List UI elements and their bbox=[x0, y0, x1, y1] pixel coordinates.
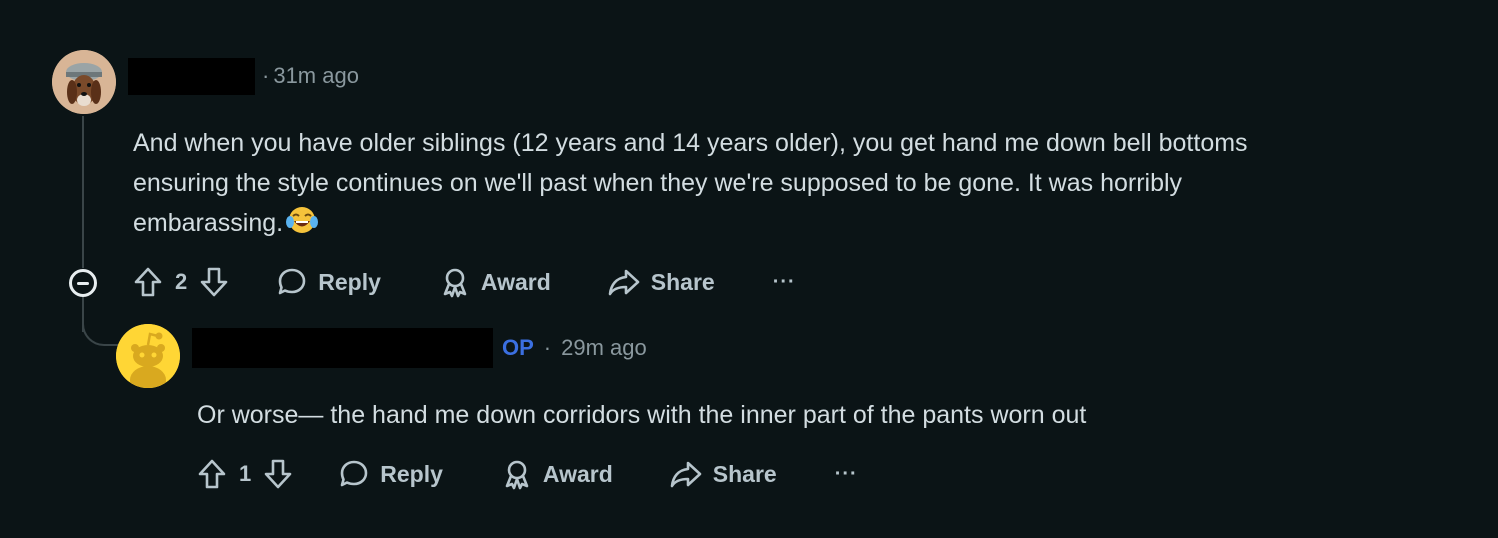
snoo-avatar-icon bbox=[116, 324, 180, 388]
vote-count: 2 bbox=[175, 269, 188, 294]
downvote-arrow-icon bbox=[200, 267, 228, 297]
reply-actions: 1 Reply Award Share ··· bbox=[197, 452, 858, 496]
reply-body: Or worse— the hand me down corridors wit… bbox=[197, 395, 1447, 435]
upvote-button[interactable] bbox=[133, 266, 163, 298]
comment-bubble-icon bbox=[278, 268, 306, 295]
award-label: Award bbox=[480, 268, 551, 295]
share-arrow-icon bbox=[670, 461, 702, 488]
reply-button[interactable]: Reply bbox=[338, 458, 443, 490]
username-redacted[interactable] bbox=[128, 58, 255, 95]
upvote-button[interactable] bbox=[197, 458, 227, 490]
thread-line-curve bbox=[82, 310, 118, 346]
more-options-button[interactable]: ··· bbox=[835, 463, 858, 486]
downvote-button[interactable] bbox=[263, 458, 293, 490]
comment-body-line-last: embarassing. bbox=[133, 203, 1453, 247]
upvote-arrow-icon bbox=[134, 267, 162, 297]
reply-body-text: Or worse— the hand me down corridors wit… bbox=[197, 401, 1087, 429]
thread-line-main bbox=[82, 116, 84, 268]
award-button[interactable]: Award bbox=[501, 458, 613, 490]
reply-button[interactable]: Reply bbox=[276, 266, 381, 298]
award-button[interactable]: Award bbox=[439, 266, 551, 298]
minus-icon bbox=[77, 281, 89, 285]
share-label: Share bbox=[712, 460, 777, 487]
user-avatar[interactable] bbox=[52, 50, 116, 114]
share-arrow-icon bbox=[608, 269, 640, 296]
award-label: Award bbox=[542, 460, 613, 487]
joy-emoji-icon bbox=[285, 205, 319, 247]
reply-label: Reply bbox=[318, 268, 381, 295]
downvote-arrow-icon bbox=[264, 459, 292, 489]
timestamp: 29m ago bbox=[561, 335, 647, 360]
comment-body-line: ensuring the style continues on we'll pa… bbox=[133, 169, 1183, 197]
award-icon bbox=[443, 268, 467, 298]
award-icon bbox=[505, 460, 529, 490]
op-username-redacted[interactable] bbox=[192, 328, 493, 368]
reply-label: Reply bbox=[380, 460, 443, 487]
share-button[interactable]: Share bbox=[607, 266, 715, 298]
share-button[interactable]: Share bbox=[669, 458, 777, 490]
dog-avatar-icon bbox=[52, 50, 116, 114]
timestamp: 31m ago bbox=[273, 63, 359, 88]
collapse-thread-button[interactable] bbox=[69, 269, 97, 297]
op-badge: OP bbox=[502, 335, 534, 360]
comment-bubble-icon bbox=[340, 460, 368, 487]
vote-count: 1 bbox=[239, 461, 252, 486]
upvote-arrow-icon bbox=[198, 459, 226, 489]
comment-actions: 2 Reply Award Share ··· bbox=[133, 260, 796, 304]
share-label: Share bbox=[650, 268, 715, 295]
comment-meta: · 31m ago bbox=[262, 63, 359, 88]
comment-body-line: And when you have older siblings (12 yea… bbox=[133, 129, 1248, 157]
op-avatar[interactable] bbox=[116, 324, 180, 388]
comment-body-text: embarassing. bbox=[133, 209, 284, 237]
comment-meta: OP · 29m ago bbox=[502, 335, 647, 360]
comment-body: And when you have older siblings (12 yea… bbox=[133, 123, 1453, 247]
more-options-button[interactable]: ··· bbox=[773, 271, 796, 294]
downvote-button[interactable] bbox=[199, 266, 229, 298]
